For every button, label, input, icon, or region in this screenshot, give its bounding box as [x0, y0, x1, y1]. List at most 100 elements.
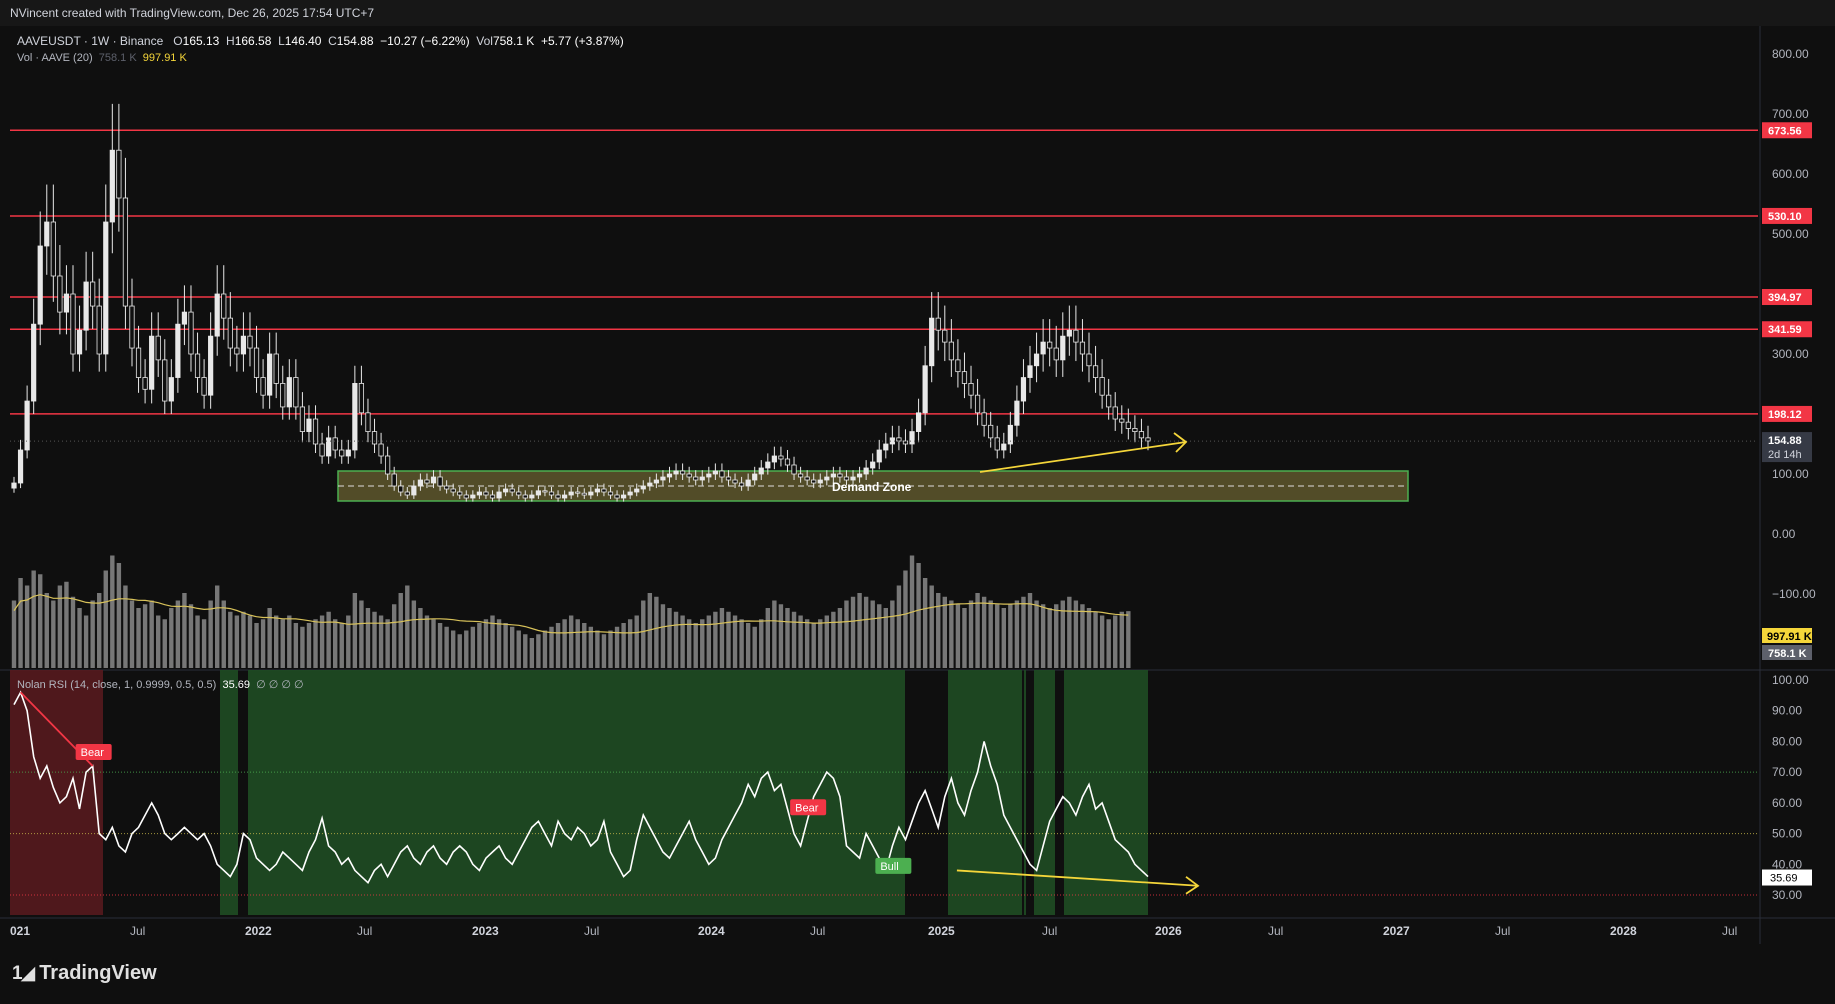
volume-bar — [877, 604, 882, 668]
candle-body — [830, 473, 836, 478]
volume-bar — [142, 604, 148, 668]
volume-bar — [51, 600, 56, 668]
volume-bar — [857, 593, 862, 668]
volume-bar — [936, 593, 941, 668]
volume-bar — [444, 626, 449, 668]
volume-bar — [450, 630, 456, 668]
volume-bar — [621, 623, 626, 668]
volume-bar — [1073, 600, 1079, 668]
volume-bar — [162, 619, 167, 668]
candle-body — [404, 491, 410, 496]
rsi-axis-tick: 100.00 — [1772, 673, 1809, 687]
candle-body — [175, 323, 181, 378]
candle-body — [712, 470, 718, 475]
candle-body — [135, 347, 142, 378]
rsi-indicator-name[interactable]: Nolan RSI (14, close, 1, 0.9999, 0.5, 0.… — [17, 679, 216, 691]
volume-bar — [798, 615, 803, 668]
chart-canvas[interactable]: 800.00 700.00 600.00 500.00 300.00 100.00 0.00… — [0, 0, 1835, 944]
candle-body — [588, 491, 594, 496]
candle-body — [1138, 431, 1145, 439]
high-label: H — [226, 34, 235, 48]
time-axis-label: 2023 — [472, 924, 499, 938]
volume-bar — [759, 619, 764, 668]
time-axis-label: Jul — [357, 924, 372, 938]
volume-bar — [110, 555, 115, 668]
level-price-label: 341.59 — [1768, 324, 1802, 336]
volume-bar — [523, 634, 528, 668]
time-axis-label: Jul — [1042, 924, 1057, 938]
candle-body — [575, 491, 581, 494]
close-label: C — [328, 34, 337, 48]
candle-body — [155, 335, 161, 361]
candle-body — [791, 464, 797, 475]
candle-body — [181, 311, 188, 325]
volume-bar — [981, 596, 987, 668]
candle-body — [542, 490, 548, 493]
candle-body — [922, 365, 928, 414]
time-axis-label: Jul — [1268, 924, 1283, 938]
volume-bar — [97, 593, 102, 668]
rsi-bear-region — [10, 670, 103, 915]
candle-body — [738, 482, 745, 487]
candle-body — [234, 347, 240, 355]
low-label: L — [278, 34, 285, 48]
candle-body — [1079, 341, 1086, 355]
candle-body — [1132, 428, 1138, 432]
candle-body — [122, 197, 129, 307]
candle-body — [1125, 421, 1131, 429]
countdown-label: 2d 14h — [1768, 449, 1802, 461]
candle-body — [463, 494, 469, 499]
volume-indicator-name[interactable]: Vol · AAVE (20) — [17, 52, 93, 64]
candle-body — [312, 418, 319, 445]
tradingview-logo[interactable]: 1◢ TradingView — [12, 962, 157, 985]
volume-bar — [90, 600, 95, 668]
volume-bar — [359, 600, 364, 668]
volume-ma-tag-label: 997.91 K — [1767, 631, 1812, 643]
candle-body — [378, 443, 384, 457]
candle-body — [1001, 443, 1007, 451]
rsi-legend: Nolan RSI (14, close, 1, 0.9999, 0.5, 0.… — [17, 678, 304, 691]
candle-body — [208, 335, 214, 396]
volume-bar — [70, 596, 76, 668]
candle-body — [778, 455, 784, 460]
signal-badge-label: Bear — [795, 802, 819, 814]
candle-body — [961, 371, 968, 384]
candle-body — [843, 476, 850, 481]
candle-body — [50, 221, 56, 277]
signal-badge-label: Bull — [880, 861, 898, 873]
level-price-label: 394.97 — [1768, 292, 1802, 304]
candle-body — [535, 490, 541, 496]
volume-bar — [1080, 604, 1085, 668]
volume-bar — [1014, 600, 1020, 668]
volume-legend: Vol · AAVE (20) 758.1 K 997.91 K — [17, 52, 187, 64]
volume-bar — [293, 623, 299, 668]
volume-bar — [18, 578, 23, 668]
tradingview-logo-icon: 1◢ — [12, 963, 35, 984]
time-axis-label: 2026 — [1155, 924, 1182, 938]
high-value: 166.58 — [234, 34, 272, 48]
volume-bar — [1099, 615, 1105, 668]
vol-value: 758.1 K — [492, 34, 535, 48]
candle-body — [627, 491, 633, 496]
volume-bar — [1001, 608, 1006, 668]
candle-body — [1060, 335, 1066, 361]
level-price-label: 673.56 — [1768, 125, 1802, 137]
candle-body — [194, 353, 201, 378]
candle-body — [17, 449, 24, 484]
volume-bar — [680, 615, 685, 668]
time-axis-label: Jul — [130, 924, 145, 938]
symbol-name[interactable]: AAVEUSDT · 1W · Binance — [17, 34, 163, 48]
candle-body — [306, 418, 312, 432]
last-price-label: 154.88 — [1768, 435, 1802, 447]
volume-bar — [352, 593, 358, 668]
volume-bar — [575, 619, 580, 668]
candle-body — [253, 347, 260, 378]
volume-bar — [1106, 619, 1111, 668]
volume-bar — [804, 619, 810, 668]
volume-bar — [654, 596, 659, 668]
volume-bar — [182, 593, 187, 668]
volume-bar — [1119, 611, 1124, 668]
volume-bar — [818, 619, 823, 668]
volume-bar — [103, 570, 108, 668]
candle-body — [247, 335, 253, 349]
